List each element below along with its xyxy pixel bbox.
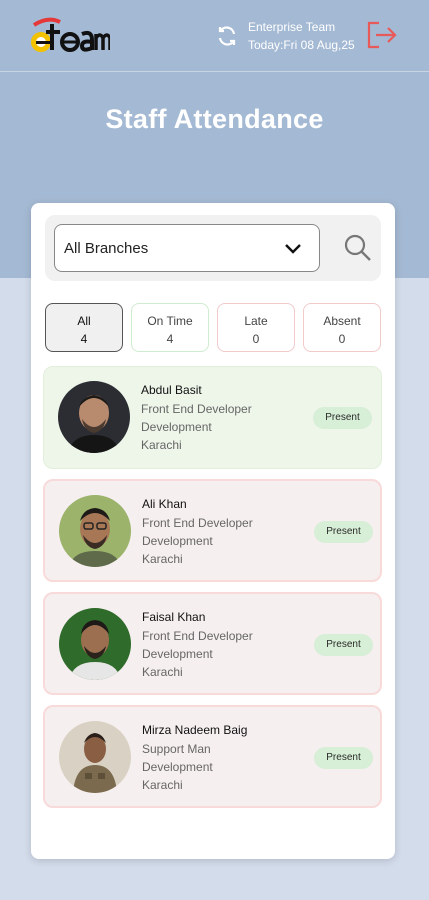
attendance-card: All Branches All 4 On Time 4 Late 0 Abse…: [31, 203, 395, 859]
staff-city: Karachi: [141, 438, 182, 452]
staff-department: Development: [142, 760, 213, 774]
staff-role: Front End Developer: [141, 402, 252, 416]
staff-role: Front End Developer: [142, 516, 253, 530]
status-badge: Present: [314, 521, 373, 543]
staff-name: Ali Khan: [142, 497, 187, 511]
staff-row[interactable]: Abdul Basit Front End Developer Developm…: [43, 366, 382, 469]
filter-bar: All Branches: [45, 215, 381, 281]
chevron-down-icon: [285, 244, 301, 254]
logout-icon[interactable]: [365, 20, 397, 50]
logo-graphic: [31, 17, 112, 52]
tab-on-time[interactable]: On Time 4: [131, 303, 209, 352]
staff-row[interactable]: Mirza Nadeem Baig Support Man Developmen…: [43, 705, 382, 808]
tab-label: Late: [244, 314, 268, 328]
staff-department: Development: [141, 420, 212, 434]
branch-dropdown-value: All Branches: [64, 240, 149, 257]
staff-name: Abdul Basit: [141, 383, 202, 397]
tab-all[interactable]: All 4: [45, 303, 123, 352]
tab-label: Absent: [323, 314, 361, 328]
staff-role: Support Man: [142, 742, 211, 756]
staff-city: Karachi: [142, 665, 183, 679]
staff-name: Faisal Khan: [142, 610, 206, 624]
staff-row[interactable]: Faisal Khan Front End Developer Developm…: [43, 592, 382, 695]
tab-count: 4: [166, 332, 174, 346]
avatar: [59, 495, 131, 567]
search-icon[interactable]: [343, 233, 373, 263]
tab-count: 4: [80, 332, 88, 346]
tab-count: 0: [338, 332, 346, 346]
status-badge: Present: [314, 634, 373, 656]
team-name: Enterprise Team: [248, 20, 336, 34]
tab-absent[interactable]: Absent 0: [303, 303, 381, 352]
avatar: [59, 608, 131, 680]
tab-label: On Time: [147, 314, 193, 328]
staff-name: Mirza Nadeem Baig: [142, 723, 248, 737]
tab-late[interactable]: Late 0: [217, 303, 295, 352]
staff-department: Development: [142, 647, 213, 661]
app-logo: [30, 14, 112, 56]
tab-count: 0: [252, 332, 260, 346]
avatar: [59, 721, 131, 793]
page-title: Staff Attendance: [105, 104, 324, 134]
app-header: Enterprise Team Today:Fri 08 Aug,25: [0, 0, 429, 72]
tab-label: All: [77, 314, 91, 328]
staff-city: Karachi: [142, 778, 183, 792]
branch-dropdown[interactable]: All Branches: [54, 224, 320, 272]
status-badge: Present: [314, 747, 373, 769]
staff-row[interactable]: Ali Khan Front End Developer Development…: [43, 479, 382, 582]
today-date: Today:Fri 08 Aug,25: [248, 38, 355, 52]
avatar: [58, 381, 130, 453]
staff-role: Front End Developer: [142, 629, 253, 643]
staff-department: Development: [142, 534, 213, 548]
sync-icon[interactable]: [215, 24, 239, 48]
status-badge: Present: [313, 407, 372, 429]
staff-city: Karachi: [142, 552, 183, 566]
